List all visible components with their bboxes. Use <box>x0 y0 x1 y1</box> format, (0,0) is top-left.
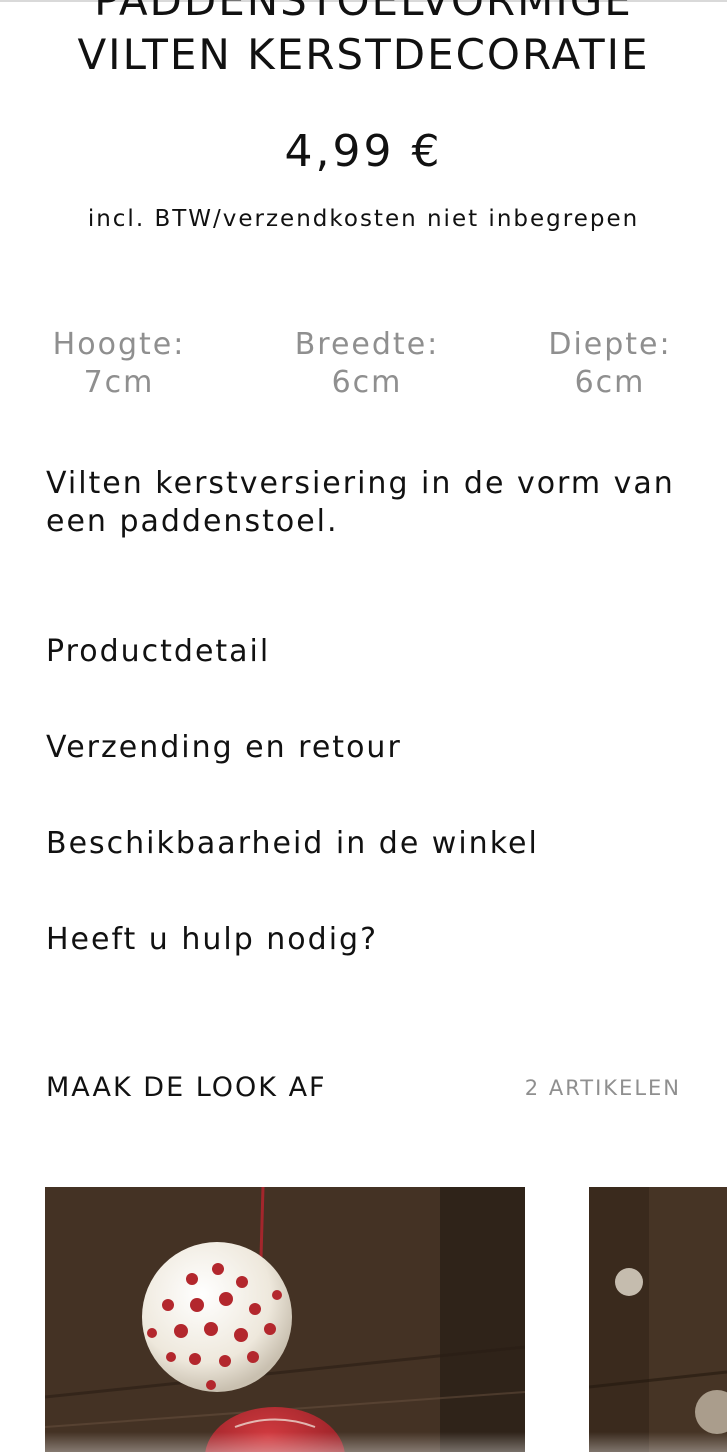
felt-ornament-image <box>589 1187 727 1452</box>
product-description: Vilten kerstversiering in de vorm van ee… <box>46 466 675 539</box>
product-title-line-1: PADDENSTOELVORMIGE <box>94 0 633 25</box>
tax-note: incl. BTW/verzendkosten niet inbegrepen <box>87 206 640 232</box>
dimension-width-value: 6cm <box>331 365 403 400</box>
felt-ball-ornament-image <box>45 1187 525 1452</box>
section-product-detail[interactable]: Productdetail <box>46 634 270 669</box>
dimension-depth-value: 6cm <box>574 365 646 400</box>
product-price: 4,99 € <box>284 126 443 177</box>
section-need-help[interactable]: Heeft u hulp nodig? <box>46 922 378 957</box>
section-store-availability[interactable]: Beschikbaarheid in de winkel <box>46 826 539 861</box>
complete-look-title: MAAK DE LOOK AF <box>46 1072 327 1103</box>
dimensions: Hoogte: 7cm Breedte: 6cm Diepte: 6cm <box>0 326 727 406</box>
dimension-width-label: Breedte: <box>294 327 440 362</box>
section-shipping-returns[interactable]: Verzending en retour <box>46 730 402 765</box>
dimension-depth: Diepte: 6cm <box>500 326 720 402</box>
look-item-2[interactable] <box>589 1187 727 1452</box>
dimension-width: Breedte: 6cm <box>257 326 477 402</box>
dimension-height: Hoogte: 7cm <box>9 326 229 402</box>
complete-look-count: 2 ARTIKELEN <box>524 1076 681 1100</box>
product-title-line-2: VILTEN KERSTDECORATIE <box>77 30 650 79</box>
dimension-height-label: Hoogte: <box>52 327 186 362</box>
dimension-height-value: 7cm <box>83 365 155 400</box>
look-item-1[interactable] <box>45 1187 525 1452</box>
dimension-depth-label: Diepte: <box>548 327 672 362</box>
